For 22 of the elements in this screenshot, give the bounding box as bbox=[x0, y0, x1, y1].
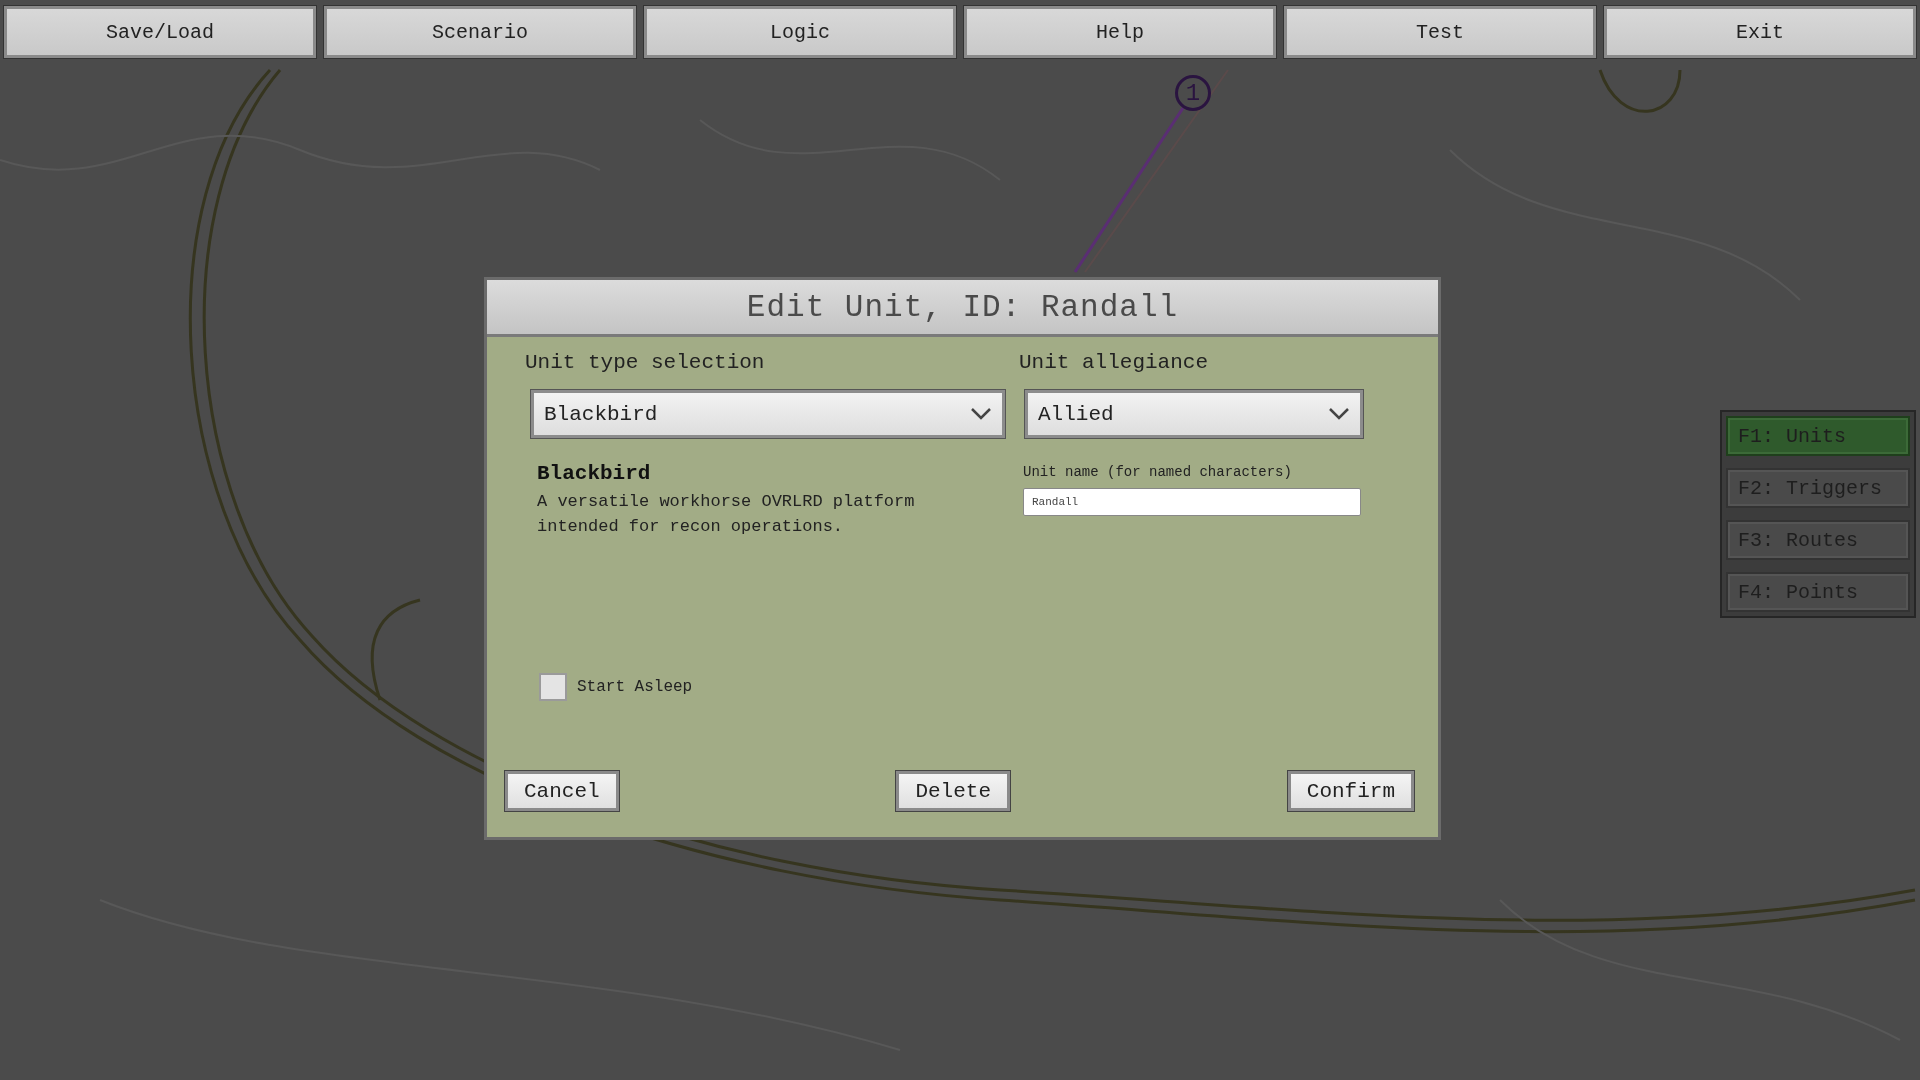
menu-button[interactable]: Exit bbox=[1604, 6, 1916, 58]
menu-button[interactable]: Logic bbox=[644, 6, 956, 58]
caret-icon bbox=[970, 407, 992, 421]
allegiance-dropdown[interactable]: Allied bbox=[1025, 390, 1363, 438]
menu-button[interactable]: Scenario bbox=[324, 6, 636, 58]
field-label: Unit name (for named characters) bbox=[1023, 464, 1293, 480]
dialog-button[interactable]: Confirm bbox=[1287, 771, 1414, 811]
menu-button[interactable]: Save/Load bbox=[4, 6, 316, 58]
menu-button[interactable]: Help bbox=[964, 6, 1276, 58]
unit-type-dropdown[interactable]: Blackbird bbox=[531, 390, 1005, 438]
unit-type-name: Blackbird bbox=[537, 462, 652, 485]
checkbox-label: Start Asleep bbox=[577, 678, 693, 696]
dialog-button[interactable]: Cancel bbox=[505, 771, 619, 811]
menu-button[interactable]: Test bbox=[1284, 6, 1596, 58]
dialog-title: Edit Unit, ID: Randall bbox=[746, 289, 1179, 325]
unit-description: A versatile workhorse OVRLRD platform intended for recon operations. bbox=[537, 491, 916, 538]
caret-icon bbox=[1328, 407, 1350, 421]
field-label: Unit allegiance bbox=[1019, 351, 1210, 374]
checkbox[interactable] bbox=[539, 673, 567, 701]
field-label: Unit type selection bbox=[525, 351, 766, 374]
dialog-button[interactable]: Delete bbox=[896, 771, 1010, 811]
unit-name-field[interactable]: Randall bbox=[1023, 488, 1361, 516]
